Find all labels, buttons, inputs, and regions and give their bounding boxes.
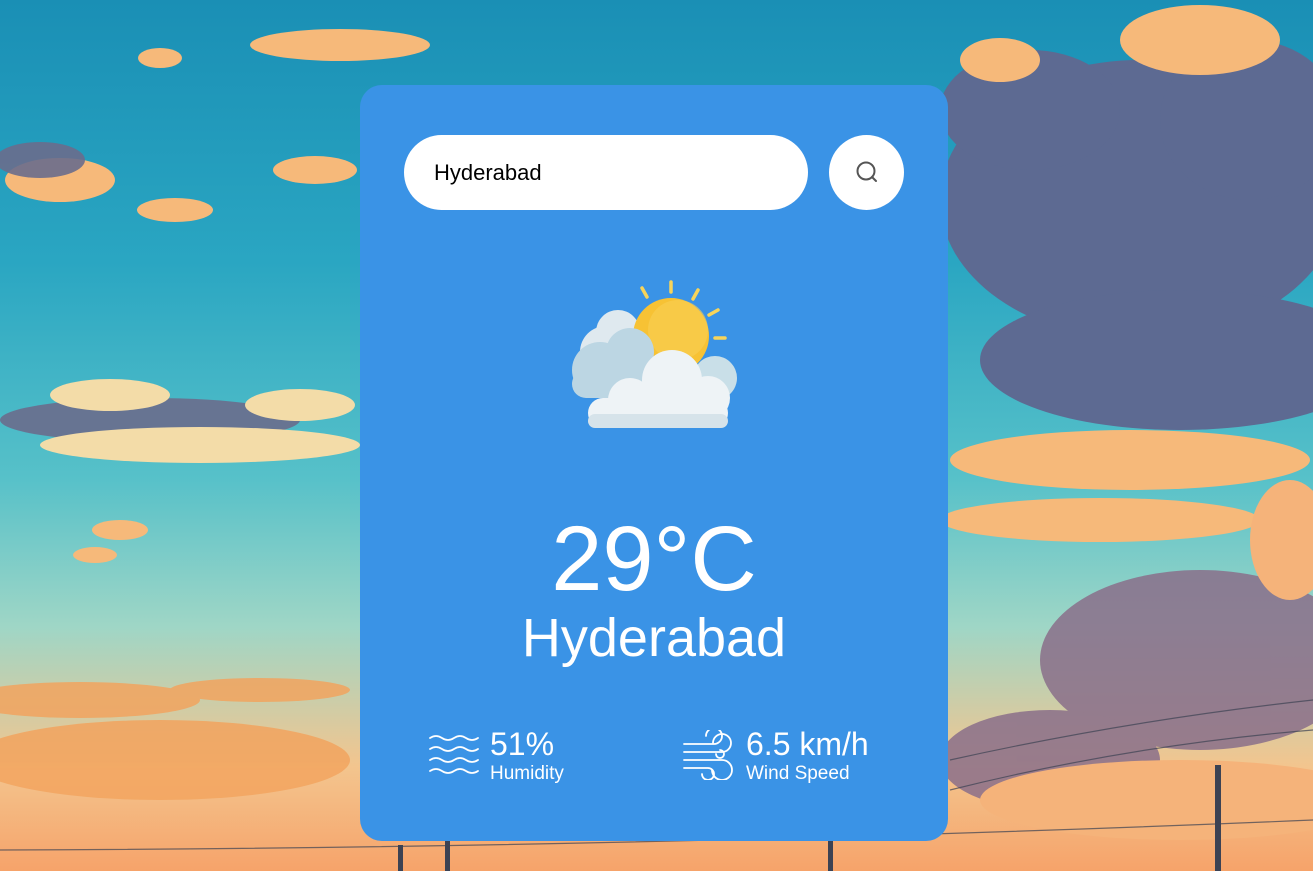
weather-card: 29°C Hyderabad 51% Humidity xyxy=(360,85,948,841)
temperature: 29°C xyxy=(551,508,757,610)
sun-behind-clouds-icon xyxy=(572,280,737,428)
city-search-input[interactable] xyxy=(404,135,808,210)
wind-icon xyxy=(683,730,733,780)
wind-stat: 6.5 km/h Wind Speed xyxy=(682,725,869,785)
wind-speed-label: Wind Speed xyxy=(746,763,850,784)
city-name: Hyderabad xyxy=(521,608,787,668)
humidity-waves-icon xyxy=(429,735,479,774)
search-button[interactable] xyxy=(829,135,904,210)
humidity-stat: 51% Humidity xyxy=(428,725,564,785)
humidity-value: 51% xyxy=(490,726,555,762)
humidity-label: Humidity xyxy=(490,763,564,784)
search-icon xyxy=(856,161,877,182)
wind-speed-value: 6.5 km/h xyxy=(746,726,869,762)
